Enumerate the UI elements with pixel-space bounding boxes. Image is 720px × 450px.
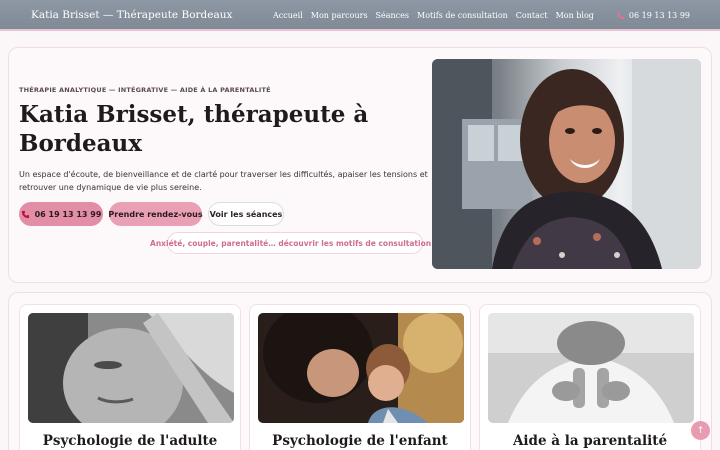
service-image-enfant: [258, 313, 464, 423]
service-title-parentalite: Aide à la parentalité: [512, 433, 668, 449]
phone-icon: [21, 210, 29, 218]
service-card-parentalite[interactable]: Aide à la parentalité: [479, 304, 701, 450]
sessions-button[interactable]: Voir les séances: [208, 202, 284, 226]
header-phone-link[interactable]: 06 19 13 13 99: [617, 11, 690, 20]
nav-contact[interactable]: Contact: [516, 11, 548, 20]
nav-motifs[interactable]: Motifs de consultation: [417, 11, 508, 20]
nav-accueil[interactable]: Accueil: [273, 11, 303, 20]
service-card-adulte[interactable]: Psychologie de l'adulte: [19, 304, 241, 450]
service-image-adulte: [28, 313, 234, 423]
main-nav: Accueil Mon parcours Séances Motifs de c…: [273, 11, 594, 20]
phone-icon: [617, 12, 625, 19]
call-button-label: 06 19 13 13 99: [34, 209, 102, 219]
service-card-enfant[interactable]: Psychologie de l'enfant: [249, 304, 471, 450]
service-title-adulte: Psychologie de l'adulte: [42, 433, 218, 449]
nav-seances[interactable]: Séances: [376, 11, 409, 20]
therapist-portrait: [432, 59, 701, 269]
header-phone-number: 06 19 13 13 99: [628, 11, 690, 20]
appointment-button[interactable]: Prendre rendez-vous: [108, 202, 203, 226]
service-title-enfant: Psychologie de l'enfant: [272, 433, 448, 449]
hero-lead: Un espace d'écoute, de bienveillance et …: [19, 170, 428, 192]
nav-blog[interactable]: Mon blog: [556, 11, 594, 20]
service-image-parentalite: [488, 313, 694, 423]
back-to-top-button[interactable]: ↑: [691, 421, 710, 440]
page-title: Katia Brisset, thérapeute à Bordeaux: [19, 101, 369, 157]
hero-kicker: THÉRAPIE ANALYTIQUE — INTÉGRATIVE — AIDE…: [19, 86, 271, 94]
site-brand[interactable]: Katia Brisset — Thérapeute Bordeaux: [31, 9, 232, 21]
call-button[interactable]: 06 19 13 13 99: [19, 202, 103, 226]
site-header: Katia Brisset — Thérapeute Bordeaux Accu…: [0, 0, 720, 31]
motifs-link[interactable]: Anxiété, couple, parentalité… découvrir …: [150, 232, 440, 254]
nav-mon-parcours[interactable]: Mon parcours: [311, 11, 368, 20]
